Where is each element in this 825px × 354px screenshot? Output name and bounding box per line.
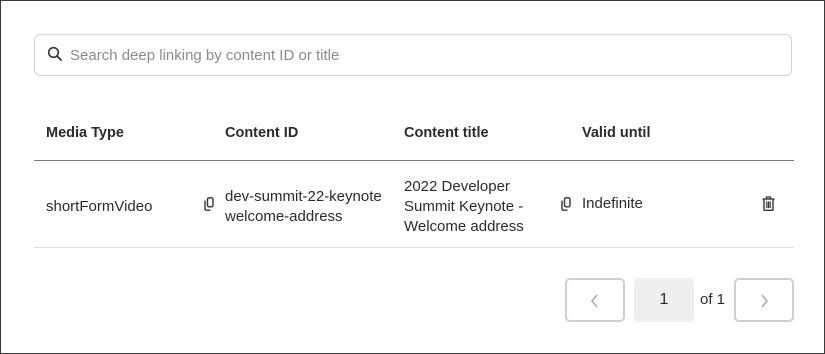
row-divider <box>34 247 794 248</box>
page-count: of 1 <box>700 291 726 308</box>
content-id-line: welcome-address <box>225 208 343 225</box>
content-id-line: dev-summit-22-keynote <box>225 188 382 205</box>
column-header-valid-until: Valid until <box>582 125 651 141</box>
content-id-cell: dev-summit-22-keynote welcome-address <box>225 187 382 227</box>
content-title-line: Summit Keynote - <box>404 198 524 215</box>
column-header-content-id: Content ID <box>225 125 299 141</box>
content-title-line: 2022 Developer <box>404 178 510 195</box>
chevron-right-icon <box>761 294 768 308</box>
content-title-line: Welcome address <box>404 218 524 235</box>
deep-linking-panel: Media Type Content ID Content title Vali… <box>0 0 825 354</box>
content-title-cell: 2022 Developer Summit Keynote - Welcome … <box>404 177 524 237</box>
copy-icon[interactable] <box>204 197 214 211</box>
search-input[interactable] <box>70 44 770 66</box>
search-box[interactable] <box>34 34 792 76</box>
previous-page-button[interactable] <box>565 278 625 322</box>
search-icon <box>47 46 62 61</box>
chevron-left-icon <box>591 294 598 308</box>
column-header-media-type: Media Type <box>46 125 124 141</box>
column-header-content-title: Content title <box>404 125 489 141</box>
media-type-cell: shortFormVideo <box>46 198 153 215</box>
next-page-button[interactable] <box>734 278 794 322</box>
trash-icon[interactable] <box>762 196 775 211</box>
valid-until-cell: Indefinite <box>582 195 643 212</box>
current-page[interactable]: 1 <box>634 278 694 322</box>
header-divider <box>34 160 794 161</box>
copy-icon[interactable] <box>561 197 571 211</box>
